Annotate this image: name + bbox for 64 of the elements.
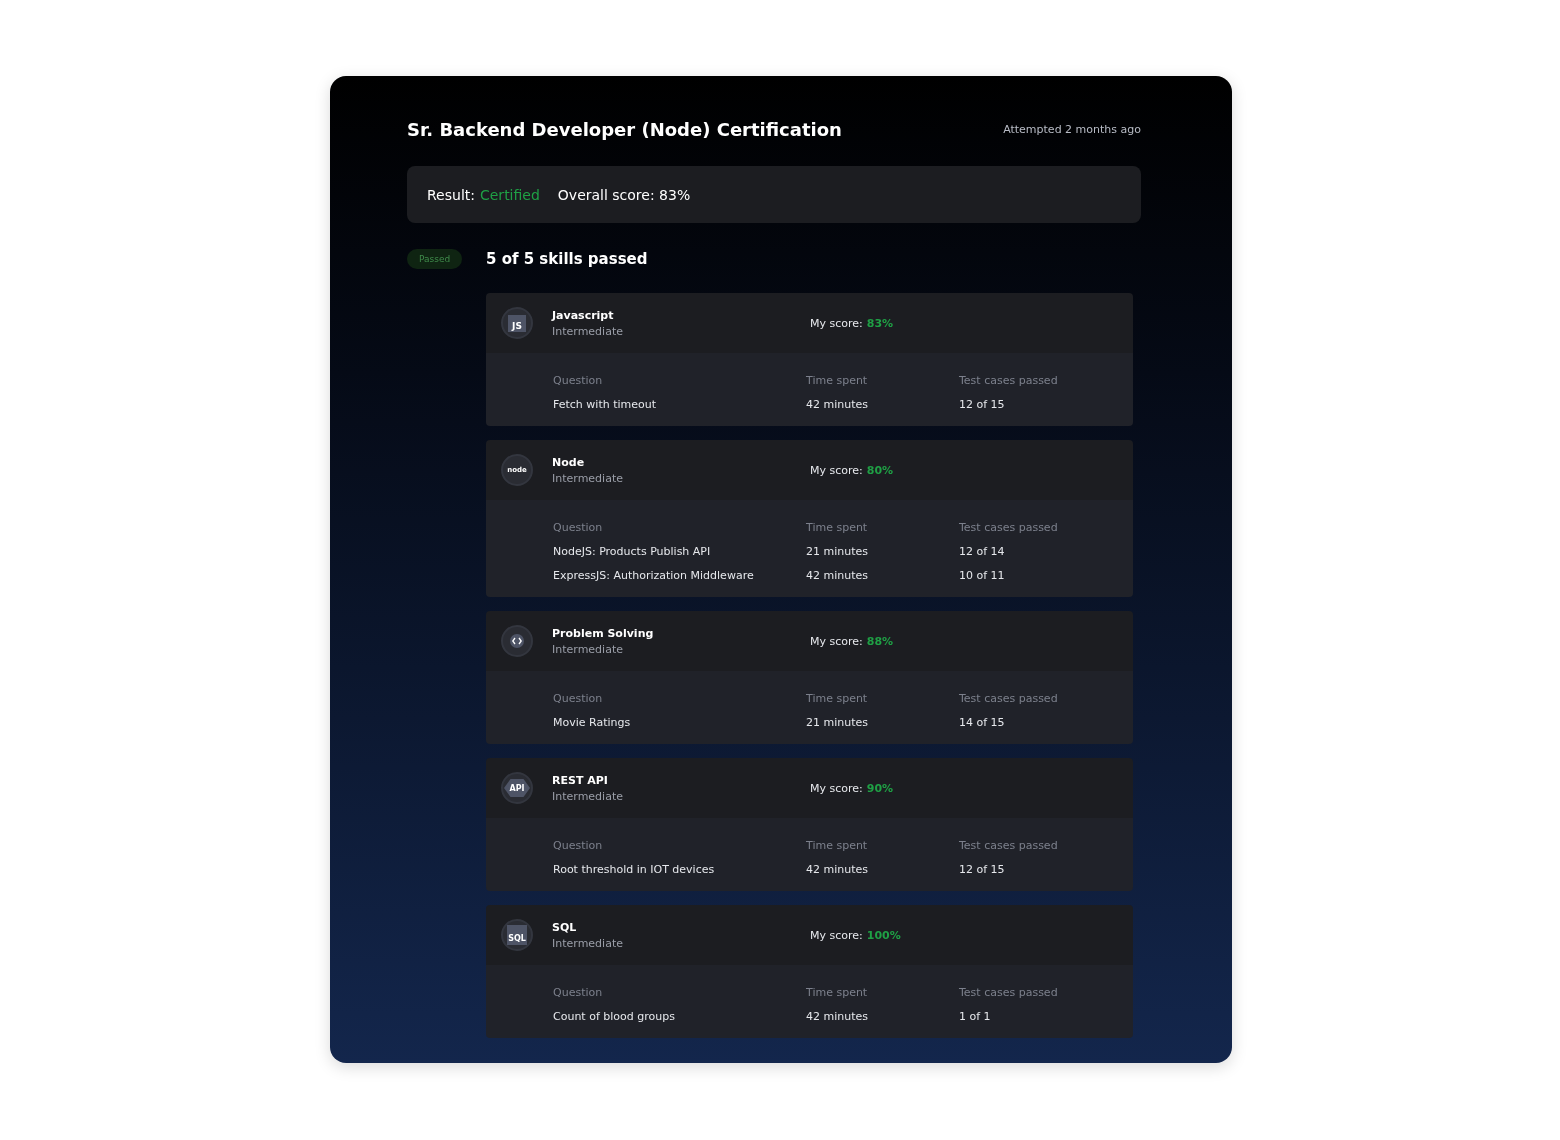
column-header: Time spent (806, 838, 869, 852)
score-label: My score: (810, 634, 863, 648)
skill-level: Intermediate (552, 324, 624, 338)
time-spent: 42 minutes (806, 397, 870, 411)
column-header: Question (553, 691, 604, 705)
time-spent: 21 minutes (806, 715, 870, 729)
test-cases: 12 of 14 (959, 544, 1006, 558)
test-cases: 14 of 15 (959, 715, 1006, 729)
column-header: Time spent (806, 520, 869, 534)
column-header: Question (553, 373, 604, 387)
skill-level: Intermediate (552, 936, 624, 950)
skill-level: Intermediate (552, 471, 624, 485)
score-label: My score: (810, 781, 863, 795)
question-title: Fetch with timeout (553, 397, 658, 411)
column-header: Question (553, 985, 604, 999)
column-header: Time spent (806, 373, 869, 387)
skills-heading: 5 of 5 skills passed (486, 249, 649, 270)
column-header: Time spent (806, 691, 869, 705)
question-title: Count of blood groups (553, 1009, 676, 1023)
column-header: Test cases passed (959, 520, 1059, 534)
test-cases: 10 of 11 (959, 568, 1006, 582)
question-title: Movie Ratings (553, 715, 632, 729)
passed-badge: Passed (407, 249, 463, 269)
skill-name: Node (552, 455, 586, 469)
code-icon (501, 625, 533, 657)
test-cases: 12 of 15 (959, 397, 1006, 411)
score-value: 80% (866, 463, 894, 477)
attempted-date: Attempted 2 months ago (1003, 122, 1141, 136)
test-cases: 1 of 1 (959, 1009, 992, 1023)
skill-name: Javascript (552, 308, 615, 322)
result-value: Certified (480, 186, 540, 203)
api-icon: API (501, 772, 533, 804)
question-title: Root threshold in IOT devices (553, 862, 716, 876)
js-logo-icon: JS (501, 307, 533, 339)
result-label: Result: (427, 186, 475, 203)
skill-level: Intermediate (552, 789, 624, 803)
score-label: My score: (810, 463, 863, 477)
overall-score: Overall score: 83% (557, 186, 691, 203)
skill-name: REST API (552, 773, 609, 787)
score-label: My score: (810, 316, 863, 330)
skill-name: SQL (552, 920, 578, 934)
time-spent: 42 minutes (806, 568, 870, 582)
skill-level: Intermediate (552, 642, 624, 656)
sql-file-icon: SQL (501, 919, 533, 951)
time-spent: 42 minutes (806, 862, 870, 876)
column-header: Time spent (806, 985, 869, 999)
score-value: 90% (866, 781, 894, 795)
score-value: 100% (866, 928, 901, 942)
certification-title: Sr. Backend Developer (Node) Certification (407, 118, 842, 140)
column-header: Test cases passed (959, 985, 1059, 999)
score-label: My score: (810, 928, 863, 942)
score-value: 83% (866, 316, 894, 330)
column-header: Test cases passed (959, 838, 1059, 852)
score-value: 88% (866, 634, 894, 648)
time-spent: 42 minutes (806, 1009, 870, 1023)
question-title: ExpressJS: Authorization Middleware (553, 568, 755, 582)
time-spent: 21 minutes (806, 544, 870, 558)
test-cases: 12 of 15 (959, 862, 1006, 876)
question-title: NodeJS: Products Publish API (553, 544, 712, 558)
column-header: Question (553, 520, 604, 534)
column-header: Question (553, 838, 604, 852)
column-header: Test cases passed (959, 691, 1059, 705)
column-header: Test cases passed (959, 373, 1059, 387)
skill-name: Problem Solving (552, 626, 655, 640)
